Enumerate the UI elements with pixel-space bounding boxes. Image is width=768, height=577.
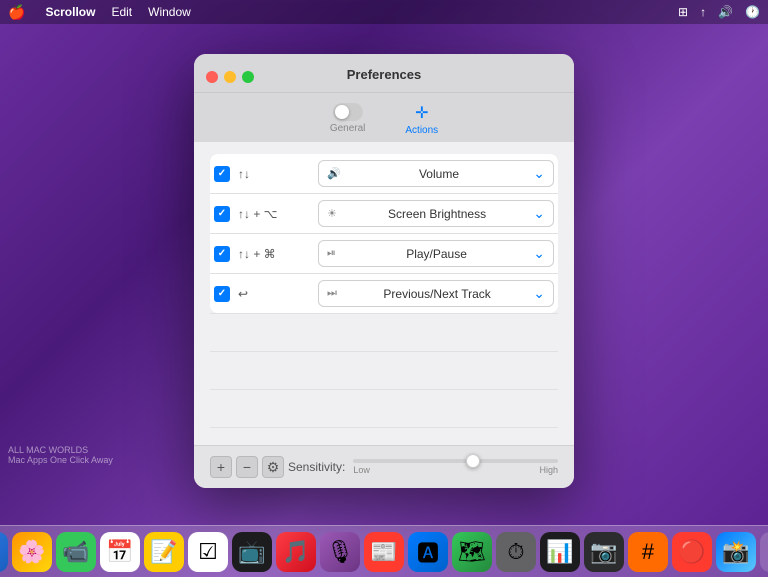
dock-item-camera[interactable]: 📸 [716, 532, 756, 572]
tab-general-label: General [330, 123, 366, 134]
menu-icon-grid[interactable]: ⊞ [678, 5, 688, 19]
actions-list: ↑↓ 🔊 Volume ⌄ ↑↓ + ⌥ ☀ [194, 142, 574, 445]
general-toggle-icon [333, 103, 363, 121]
row2-gesture: ↑↓ + ⌥ [238, 207, 318, 221]
table-row: ↑↓ 🔊 Volume ⌄ [210, 154, 558, 194]
row4-label: Previous/Next Track [383, 287, 490, 301]
actions-tab-icon: ✛ [415, 103, 428, 123]
add-button[interactable]: + [210, 456, 232, 478]
maximize-button[interactable] [242, 71, 254, 83]
dock-item-facetime[interactable]: 📹 [56, 532, 96, 572]
row4-gesture: ↩ [238, 287, 318, 301]
dock-item-music[interactable]: 🎵 [276, 532, 316, 572]
window-menu[interactable]: Window [148, 5, 191, 19]
actions-section: ↑↓ 🔊 Volume ⌄ ↑↓ + ⌥ ☀ [210, 154, 558, 313]
row4-action: ⏭ Previous/Next Track ⌄ [318, 280, 554, 307]
dock-item-calendar[interactable]: 📅 [100, 532, 140, 572]
dock-item-notes[interactable]: 📝 [144, 532, 184, 572]
slider-labels: Low High [353, 465, 558, 475]
sensitivity-slider-container: Low High [353, 459, 558, 475]
sensitivity-area: Sensitivity: Low High [288, 459, 558, 475]
dock: 🖥 🌸 📹 📅 📝 ☑ 📺 🎵 🎙 📰 🅰 🗺 ⏱ 📊 📷 # 🔴 📸 🗑 [0, 525, 768, 577]
row1-select[interactable]: 🔊 Volume ⌄ [318, 160, 554, 187]
edit-menu[interactable]: Edit [111, 5, 132, 19]
watermark-line1: ALL MAC WORLDS [8, 445, 113, 455]
close-button[interactable] [206, 71, 218, 83]
settings-button[interactable]: ⚙ [262, 456, 284, 478]
slider-low-label: Low [353, 465, 370, 475]
row2-chevron: ⌄ [533, 205, 545, 222]
row2-checkbox[interactable] [214, 206, 230, 222]
bottom-toolbar: + − ⚙ Sensitivity: Low High [194, 445, 574, 488]
dock-item-photos[interactable]: 🌸 [12, 532, 52, 572]
watermark-line2: Mac Apps One Click Away [8, 455, 113, 465]
row3-select[interactable]: ⏯ Play/Pause ⌄ [318, 240, 554, 267]
empty-row [210, 352, 558, 390]
dock-item-appstore[interactable]: 🅰 [408, 532, 448, 572]
apple-menu[interactable]: 🍎 [8, 4, 25, 21]
window-title: Preferences [347, 67, 421, 82]
dock-item-reminders[interactable]: ☑ [188, 532, 228, 572]
empty-rows [210, 313, 558, 433]
row3-label: Play/Pause [406, 247, 467, 261]
table-row: ↑↓ + ⌘ ⏯ Play/Pause ⌄ [210, 234, 558, 274]
row1-action: 🔊 Volume ⌄ [318, 160, 554, 187]
dock-item-tpro[interactable]: 🔴 [672, 532, 712, 572]
dock-item-news[interactable]: 📰 [364, 532, 404, 572]
tab-actions[interactable]: ✛ Actions [397, 101, 446, 138]
dock-item-screentime[interactable]: ⏱ [496, 532, 536, 572]
playpause-icon: ⏯ [327, 247, 336, 260]
dock-item-screenium[interactable]: 📷 [584, 532, 624, 572]
menubar-right: ⊞ ↑ 🔊 🕐 [678, 5, 760, 19]
row3-checkbox[interactable] [214, 246, 230, 262]
row2-label: Screen Brightness [388, 207, 486, 221]
watermark: ALL MAC WORLDS Mac Apps One Click Away [8, 445, 113, 465]
preferences-window: Preferences General ✛ Actions ↑↓ [194, 54, 574, 488]
table-row: ↩ ⏭ Previous/Next Track ⌄ [210, 274, 558, 313]
nexttrack-icon: ⏭ [327, 287, 337, 300]
sensitivity-label: Sensitivity: [288, 460, 345, 474]
row2-action: ☀ Screen Brightness ⌄ [318, 200, 554, 227]
menu-icon-upload[interactable]: ↑ [700, 5, 706, 19]
slider-thumb[interactable] [466, 454, 480, 468]
dock-item-trash[interactable]: 🗑 [760, 532, 768, 572]
row3-action: ⏯ Play/Pause ⌄ [318, 240, 554, 267]
dock-item-maps[interactable]: 🗺 [452, 532, 492, 572]
row1-label: Volume [419, 167, 459, 181]
empty-row [210, 314, 558, 352]
table-row: ↑↓ + ⌥ ☀ Screen Brightness ⌄ [210, 194, 558, 234]
dock-item-hackr[interactable]: # [628, 532, 668, 572]
slider-track [353, 459, 558, 463]
row1-chevron: ⌄ [533, 165, 545, 182]
row1-gesture: ↑↓ [238, 167, 318, 181]
tab-general[interactable]: General [322, 101, 374, 138]
row1-checkbox[interactable] [214, 166, 230, 182]
tabs: General ✛ Actions [194, 93, 574, 142]
row4-select[interactable]: ⏭ Previous/Next Track ⌄ [318, 280, 554, 307]
dock-item-podcasts[interactable]: 🎙 [320, 532, 360, 572]
row2-select[interactable]: ☀ Screen Brightness ⌄ [318, 200, 554, 227]
app-name[interactable]: Scrollow [45, 5, 95, 19]
remove-button[interactable]: − [236, 456, 258, 478]
dock-item-istat[interactable]: 📊 [540, 532, 580, 572]
titlebar: Preferences [194, 54, 574, 93]
menu-icon-clock[interactable]: 🕐 [745, 5, 760, 19]
brightness-icon: ☀ [327, 207, 337, 220]
row3-chevron: ⌄ [533, 245, 545, 262]
menubar: 🍎 Scrollow Edit Window ⊞ ↑ 🔊 🕐 [0, 0, 768, 24]
dock-item-appletv[interactable]: 📺 [232, 532, 272, 572]
volume-icon: 🔊 [327, 167, 341, 180]
window-controls [206, 71, 254, 83]
row4-checkbox[interactable] [214, 286, 230, 302]
minimize-button[interactable] [224, 71, 236, 83]
desktop: Preferences General ✛ Actions ↑↓ [0, 24, 768, 525]
slider-high-label: High [539, 465, 558, 475]
row4-chevron: ⌄ [533, 285, 545, 302]
menu-icon-volume[interactable]: 🔊 [718, 5, 733, 19]
tab-actions-label: Actions [405, 125, 438, 136]
row3-gesture: ↑↓ + ⌘ [238, 247, 318, 261]
dock-item-finder[interactable]: 🖥 [0, 532, 8, 572]
empty-row [210, 390, 558, 428]
